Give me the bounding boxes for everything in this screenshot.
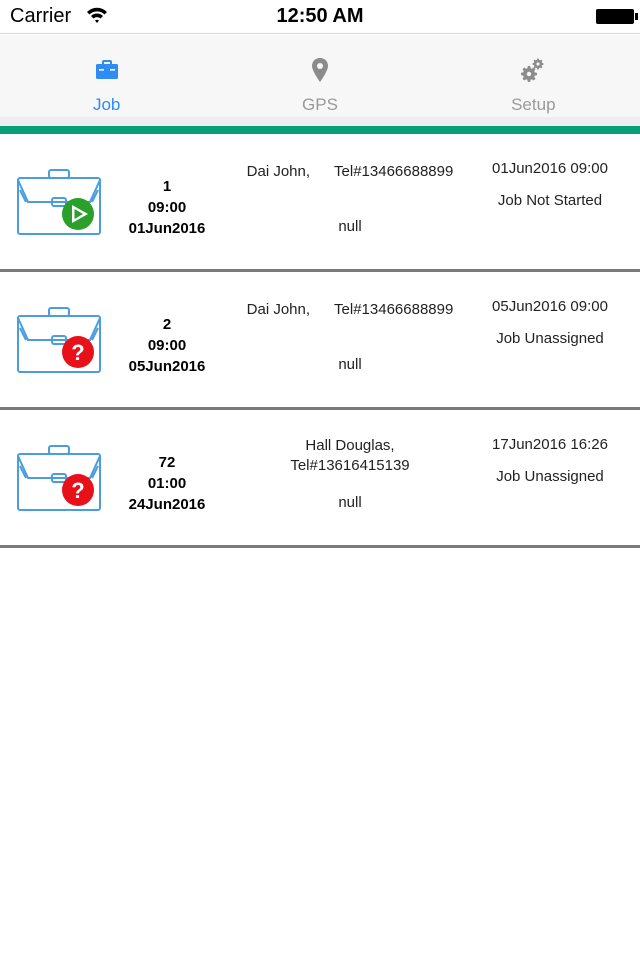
job-number: 72 [158, 454, 176, 471]
svg-text:?: ? [71, 340, 84, 365]
job-note: null [338, 218, 362, 235]
tab-setup[interactable]: Setup [427, 35, 640, 117]
job-note: null [338, 356, 362, 373]
job-date: 05Jun2016 [128, 358, 206, 375]
job-contact: Hall Douglas, Tel#13616415139 [230, 404, 470, 476]
contact-name: Dai John, [246, 163, 311, 180]
accent-bar [0, 126, 640, 134]
contact-tel: Tel#13466688899 [334, 163, 454, 180]
tab-label: Job [92, 95, 121, 114]
clock: 12:50 AM [276, 5, 364, 27]
question-icon: ? [62, 474, 94, 506]
job-id-block: 2 09:00 05Jun2016 [112, 314, 222, 377]
svg-text:?: ? [71, 478, 84, 503]
job-row[interactable]: ? 2 09:00 05Jun2016 Dai John, Tel#1346668… [0, 272, 640, 410]
job-time: 01:00 [147, 475, 187, 492]
question-icon: ? [62, 336, 94, 368]
job-briefcase-icon: ? [17, 307, 101, 373]
job-datetime: 05Jun2016 09:00 [492, 298, 608, 315]
job-contact: Dai John, Tel#13466688899 [230, 300, 470, 320]
contact-tel: Tel#13466688899 [334, 301, 454, 318]
job-status: Job Unassigned [496, 468, 604, 485]
job-date: 01Jun2016 [128, 220, 206, 237]
map-pin-icon [307, 57, 333, 83]
tab-gps[interactable]: GPS [213, 35, 426, 117]
contact-name: Hall Douglas, [305, 437, 395, 454]
briefcase-icon [94, 57, 120, 83]
job-id-block: 1 09:00 01Jun2016 [112, 176, 222, 239]
job-status: Job Not Started [497, 192, 603, 209]
job-time: 09:00 [147, 199, 187, 216]
job-datetime: 17Jun2016 16:26 [492, 436, 608, 453]
job-row[interactable]: 1 09:00 01Jun2016 Dai John, Tel#134666888… [0, 134, 640, 272]
tab-label: Setup [511, 95, 556, 114]
tab-label: GPS [302, 95, 338, 114]
job-datetime: 01Jun2016 09:00 [492, 160, 608, 177]
job-status: Job Unassigned [496, 330, 604, 347]
job-time: 09:00 [147, 337, 187, 354]
job-row[interactable]: ? 72 01:00 24Jun2016 Hall Douglas, Tel#1… [0, 410, 640, 548]
contact-tel: Tel#13616415139 [290, 457, 410, 474]
contact-name: Dai John, [246, 301, 311, 318]
tab-job[interactable]: Job [0, 35, 213, 117]
battery-icon [596, 9, 638, 24]
job-number: 1 [162, 178, 172, 195]
job-briefcase-icon: ? [17, 445, 101, 511]
job-contact: Dai John, Tel#13466688899 [230, 162, 470, 182]
job-id-block: 72 01:00 24Jun2016 [112, 452, 222, 515]
job-note: null [338, 494, 362, 511]
tab-bar-separator [0, 117, 640, 126]
job-list: 1 09:00 01Jun2016 Dai John, Tel#134666888… [0, 134, 640, 548]
gears-icon [520, 57, 546, 83]
job-date: 24Jun2016 [128, 496, 206, 513]
play-icon [62, 198, 94, 230]
status-bar: Carrier 12:50 AM [0, 0, 640, 34]
tab-bar: Job GPS Setup [0, 35, 640, 117]
job-briefcase-icon [17, 169, 101, 235]
job-number: 2 [162, 316, 172, 333]
